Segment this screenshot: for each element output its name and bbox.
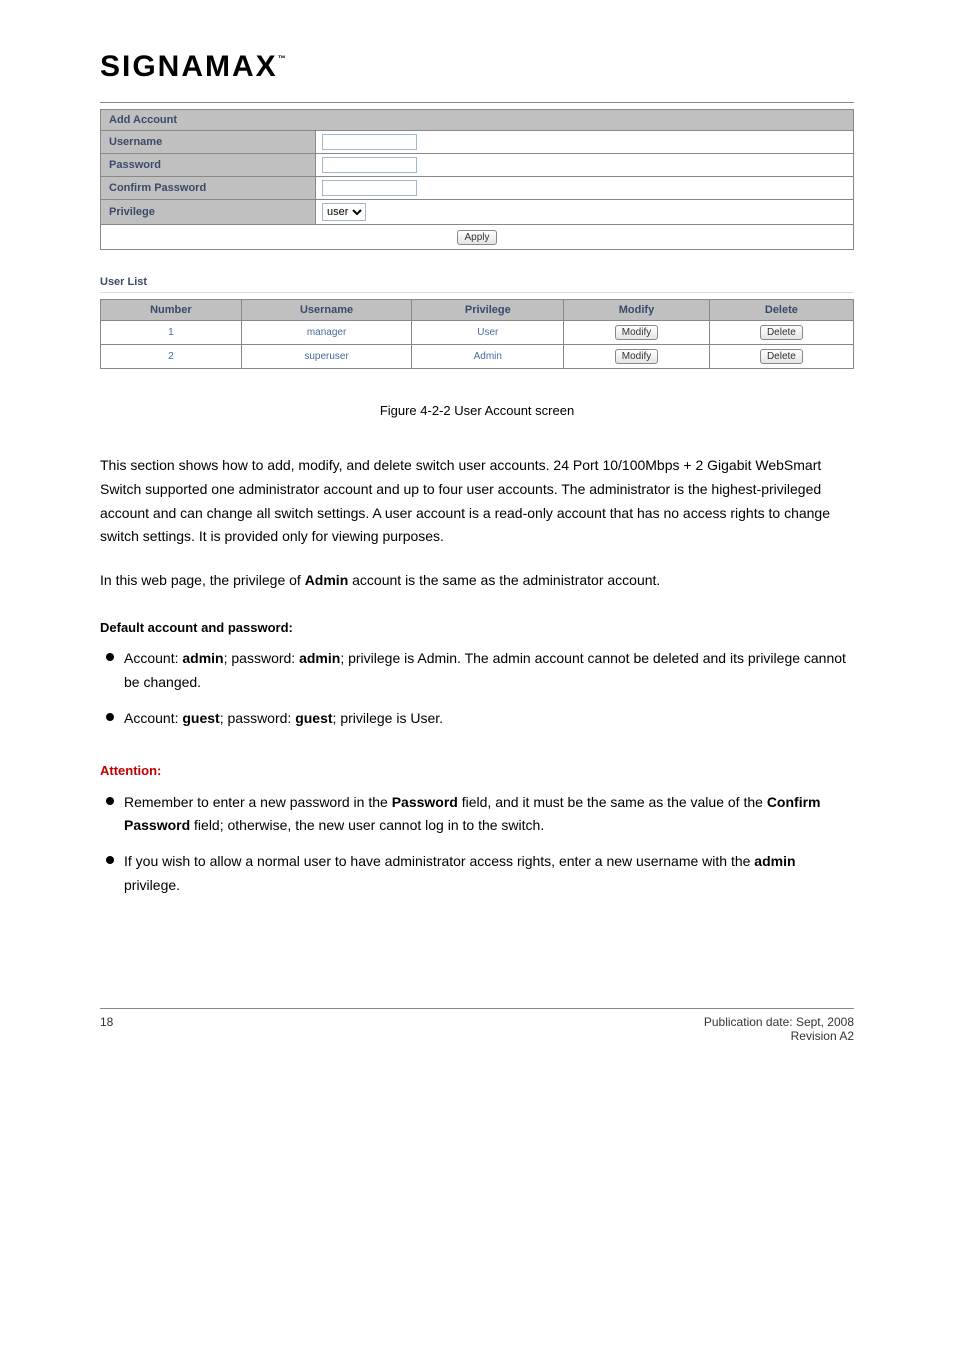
user-list-table: Number Username Privilege Modify Delete …	[100, 299, 854, 369]
user-list-title: User List	[100, 276, 854, 288]
figure-caption: Figure 4-2-2 User Account screen	[100, 403, 854, 418]
add-account-form: Add Account Username Password Confirm Pa…	[100, 109, 854, 250]
password-label: Password	[101, 154, 316, 177]
row-number[interactable]: 2	[168, 351, 174, 362]
default-heading: Default account and password:	[100, 617, 854, 639]
row-number[interactable]: 1	[168, 327, 174, 338]
password-input[interactable]	[322, 157, 417, 173]
table-row: 1 manager User Modify Delete	[101, 321, 854, 345]
username-input[interactable]	[322, 134, 417, 150]
default-accounts-list: Account: admin; password: admin; privile…	[100, 647, 854, 730]
trademark: ™	[278, 54, 286, 63]
delete-button[interactable]: Delete	[760, 325, 803, 340]
attention-heading: Attention:	[100, 760, 854, 782]
delete-button[interactable]: Delete	[760, 349, 803, 364]
intro-para-1: This section shows how to add, modify, a…	[100, 454, 854, 549]
footer-right: Publication date: Sept, 2008 Revision A2	[704, 1015, 854, 1043]
list-item: Remember to enter a new password in the …	[102, 791, 854, 839]
intro-para-2: In this web page, the privilege of Admin…	[100, 569, 854, 593]
brand-text: SIGNAMAX	[100, 50, 278, 83]
list-item: If you wish to allow a normal user to ha…	[102, 850, 854, 898]
col-delete: Delete	[709, 300, 853, 321]
row-username[interactable]: superuser	[304, 351, 348, 362]
modify-button[interactable]: Modify	[615, 325, 658, 340]
privilege-select[interactable]: user	[322, 203, 366, 221]
col-username: Username	[241, 300, 412, 321]
confirm-password-input[interactable]	[322, 180, 417, 196]
col-modify: Modify	[564, 300, 710, 321]
table-row: 2 superuser Admin Modify Delete	[101, 345, 854, 369]
brand-logo: SIGNAMAX™	[100, 50, 854, 84]
body-text: This section shows how to add, modify, a…	[100, 454, 854, 898]
privilege-label: Privilege	[101, 200, 316, 225]
col-number: Number	[101, 300, 242, 321]
row-username[interactable]: manager	[307, 327, 346, 338]
modify-button[interactable]: Modify	[615, 349, 658, 364]
row-privilege[interactable]: Admin	[474, 351, 502, 362]
page-number: 18	[100, 1015, 113, 1043]
row-privilege[interactable]: User	[477, 327, 498, 338]
attention-list: Remember to enter a new password in the …	[100, 791, 854, 898]
username-label: Username	[101, 131, 316, 154]
apply-button[interactable]: Apply	[457, 230, 496, 245]
list-item: Account: guest; password: guest; privile…	[102, 707, 854, 731]
top-divider	[100, 102, 854, 103]
col-privilege: Privilege	[412, 300, 564, 321]
list-item: Account: admin; password: admin; privile…	[102, 647, 854, 695]
form-header: Add Account	[101, 110, 854, 131]
page-footer: 18 Publication date: Sept, 2008 Revision…	[100, 1008, 854, 1043]
confirm-password-label: Confirm Password	[101, 177, 316, 200]
